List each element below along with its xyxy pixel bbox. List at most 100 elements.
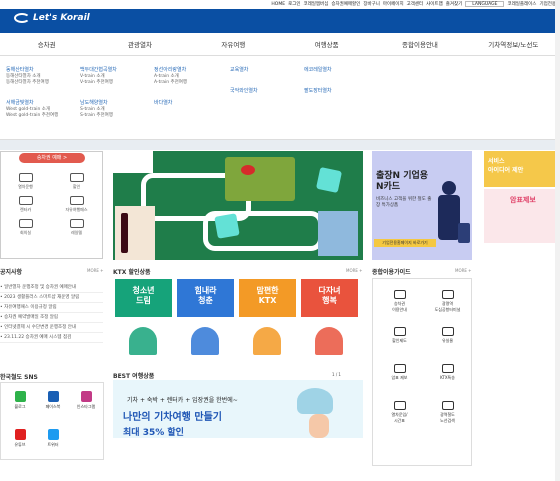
mega-heading[interactable]: 바다열차	[154, 100, 187, 106]
guide-item[interactable]: 광역철도 노선검색	[427, 392, 468, 429]
reserve-button[interactable]: 승차권 예매 >	[19, 153, 85, 163]
gnb-item[interactable]: 자유여행	[187, 39, 280, 49]
global-nav: 승차권 관광열차 자유여행 여행상품 종합이용안내 기차역정보/노선도	[0, 33, 560, 56]
notice-item[interactable]: • 자유여행패스 이용규정 알림	[0, 303, 103, 313]
guide-item[interactable]: 할인제도	[379, 318, 420, 355]
ktx-card[interactable]: 다자녀 행복	[301, 279, 358, 369]
mega-heading[interactable]: 서해금빛열차	[6, 100, 58, 106]
guide-item[interactable]: 열차운임/ 시간표	[379, 392, 420, 429]
gnb-item[interactable]: 기차역정보/노선도	[467, 39, 560, 49]
dice-icon	[315, 166, 343, 194]
mega-col-1: 동해산타열차 동해산타열차 소개 동해산타열차 추천여행 서해금빛열차 West gol…	[6, 67, 58, 119]
utility-link[interactable]: 사이트맵	[426, 1, 443, 7]
gnb-item[interactable]: 여행상품	[280, 39, 373, 49]
right-banner-sub: 비즈니스 고객을 위한 철도 출장 특가상품	[376, 197, 432, 208]
utility-link[interactable]: 즐겨찾기	[446, 1, 463, 7]
far-right-banner[interactable]: 서비스 아이디어 제안 암표제보	[484, 151, 560, 243]
guide-label: 광역철도 노선검색	[440, 412, 455, 423]
trip-banner[interactable]: 기차 + 숙박 + 렌터카 + 입장권을 한번에~ 나만의 기차여행 만들기 최…	[113, 380, 363, 438]
guide-item[interactable]: KTX특송	[427, 355, 468, 392]
guide-item[interactable]: 광명역 도심공항터미널	[427, 281, 468, 318]
notice-item[interactable]: • 승차권 예약발매일 조정 알림	[0, 313, 103, 323]
utility-link[interactable]: 마이페이지	[383, 1, 404, 7]
banner-corner	[113, 151, 153, 173]
mega-heading[interactable]: 남도해양열차	[80, 100, 117, 106]
quick-item[interactable]: 렌터카	[2, 195, 49, 215]
guide-more-link[interactable]: MORE +	[455, 268, 472, 273]
sns-item[interactable]: 유튜브	[7, 429, 33, 448]
notice-more-link[interactable]: MORE +	[87, 268, 104, 273]
ktx-card-illustration	[239, 317, 296, 369]
guide-title: 종합이용가이드	[372, 269, 411, 276]
mega-link[interactable]: West gold-train 추천여행	[6, 113, 58, 119]
utility-link[interactable]: 코레일플레이스	[507, 1, 536, 7]
language-select[interactable]: LANGUAGE	[465, 1, 505, 7]
ktx-card[interactable]: 청소년 드림	[115, 279, 172, 369]
guide-item[interactable]: 승차권 이용안내	[379, 281, 420, 318]
mega-link[interactable]: V-train 추천여행	[80, 80, 117, 86]
utility-link[interactable]: 장바구니	[363, 1, 380, 7]
logo[interactable]: Let's Korail	[14, 13, 90, 23]
mega-heading[interactable]: 정선아리랑열차	[154, 67, 187, 73]
sns-item[interactable]: 트위터	[40, 429, 66, 448]
utility-link[interactable]: 로그인	[288, 1, 300, 7]
mega-heading[interactable]: 에코레일열차	[304, 67, 332, 73]
notice-item[interactable]: • 2023 생활플러스 스마트샵 재운영 알림	[0, 293, 103, 303]
sns-icon	[47, 429, 59, 440]
utility-link[interactable]: 기업전용	[539, 1, 556, 7]
quick-item[interactable]: 회의실	[2, 218, 49, 238]
quick-item[interactable]: 열차운행	[2, 172, 49, 192]
guide-icon	[441, 327, 454, 336]
guide-icon	[393, 364, 406, 373]
sns-item[interactable]: 블로그	[7, 391, 33, 410]
sns-icon	[14, 429, 26, 440]
notice-item[interactable]: • 23.11.22 승차권 예매 시스템 점검	[0, 333, 103, 343]
quick-item[interactable]: 레일텔	[53, 218, 100, 238]
guide-label: 광명역 도심공항터미널	[434, 301, 461, 312]
quick-icon	[69, 173, 84, 182]
gnb-item[interactable]: 종합이용안내	[373, 39, 466, 49]
notice-item[interactable]: • 인터넷결제 시 수단변경 운행조정 안내	[0, 323, 103, 333]
quick-icon	[18, 196, 33, 205]
scrollbar[interactable]	[555, 0, 560, 481]
guide-box: 승차권 이용안내 광명역 도심공항터미널할인제도 유실물 암표 제보 KTX특송 열차운임…	[372, 278, 472, 466]
sns-box: 블로그 페이스북 인스타그램유튜브 트위터	[0, 382, 104, 460]
utility-link[interactable]: 코레일멤버십	[304, 1, 329, 7]
mega-heading[interactable]: 백두대간협곡열차	[80, 67, 117, 73]
traveler-illustration	[309, 414, 329, 438]
sns-label: 블로그	[14, 404, 26, 409]
guide-item[interactable]: 유실물	[427, 318, 468, 355]
ktx-more-link[interactable]: MORE +	[346, 268, 363, 273]
quick-icon	[18, 173, 33, 182]
mega-heading[interactable]: 팔도장터열차	[304, 88, 332, 94]
mega-heading[interactable]: 교육열차	[230, 67, 258, 73]
sns-item[interactable]: 페이스북	[40, 391, 66, 410]
gnb-item[interactable]: 관광열차	[93, 39, 186, 49]
mega-heading[interactable]: 동해산타열차	[6, 67, 58, 73]
utility-link[interactable]: 승차권예매할인	[331, 1, 360, 7]
people-icon	[253, 327, 281, 355]
enterprise-link-button[interactable]: 기업전용홈페이지 바로가기	[374, 239, 436, 247]
notice-item[interactable]: • 일반열차 운행조정 및 승차권 예매안내	[0, 283, 103, 293]
divider-band	[0, 140, 560, 150]
best-pager[interactable]: 1 / 1	[332, 372, 341, 377]
ktx-card[interactable]: 맘편한 KTX	[239, 279, 296, 369]
guide-item[interactable]: 암표 제보	[379, 355, 420, 392]
guide-icon	[393, 401, 406, 410]
right-banner[interactable]: 출장N 기업용 N카드 비즈니스 고객을 위한 철도 출장 특가상품 기업전용홈…	[372, 151, 472, 260]
quick-item[interactable]: 자유여행패스	[53, 195, 100, 215]
ktx-card[interactable]: 힘내라 청춘	[177, 279, 234, 369]
mega-link[interactable]: S-train 추천여행	[80, 113, 117, 119]
sns-label: 유튜브	[14, 442, 26, 447]
utility-link[interactable]: HOME	[271, 2, 285, 7]
mega-link[interactable]: A-train 추천여행	[154, 80, 187, 86]
mega-heading[interactable]: 국악와인열차	[230, 88, 258, 94]
tomato-icon	[241, 165, 255, 175]
quick-item[interactable]: 할인	[53, 172, 100, 192]
gnb-item[interactable]: 승차권	[0, 39, 93, 49]
utility-link[interactable]: 고객센터	[407, 1, 424, 7]
main-banner[interactable]	[113, 151, 363, 260]
notice-list: • 일반열차 운행조정 및 승차권 예매안내 • 2023 생활플러스 스마트샵 …	[0, 283, 103, 343]
sns-item[interactable]: 인스타그램	[73, 391, 99, 410]
